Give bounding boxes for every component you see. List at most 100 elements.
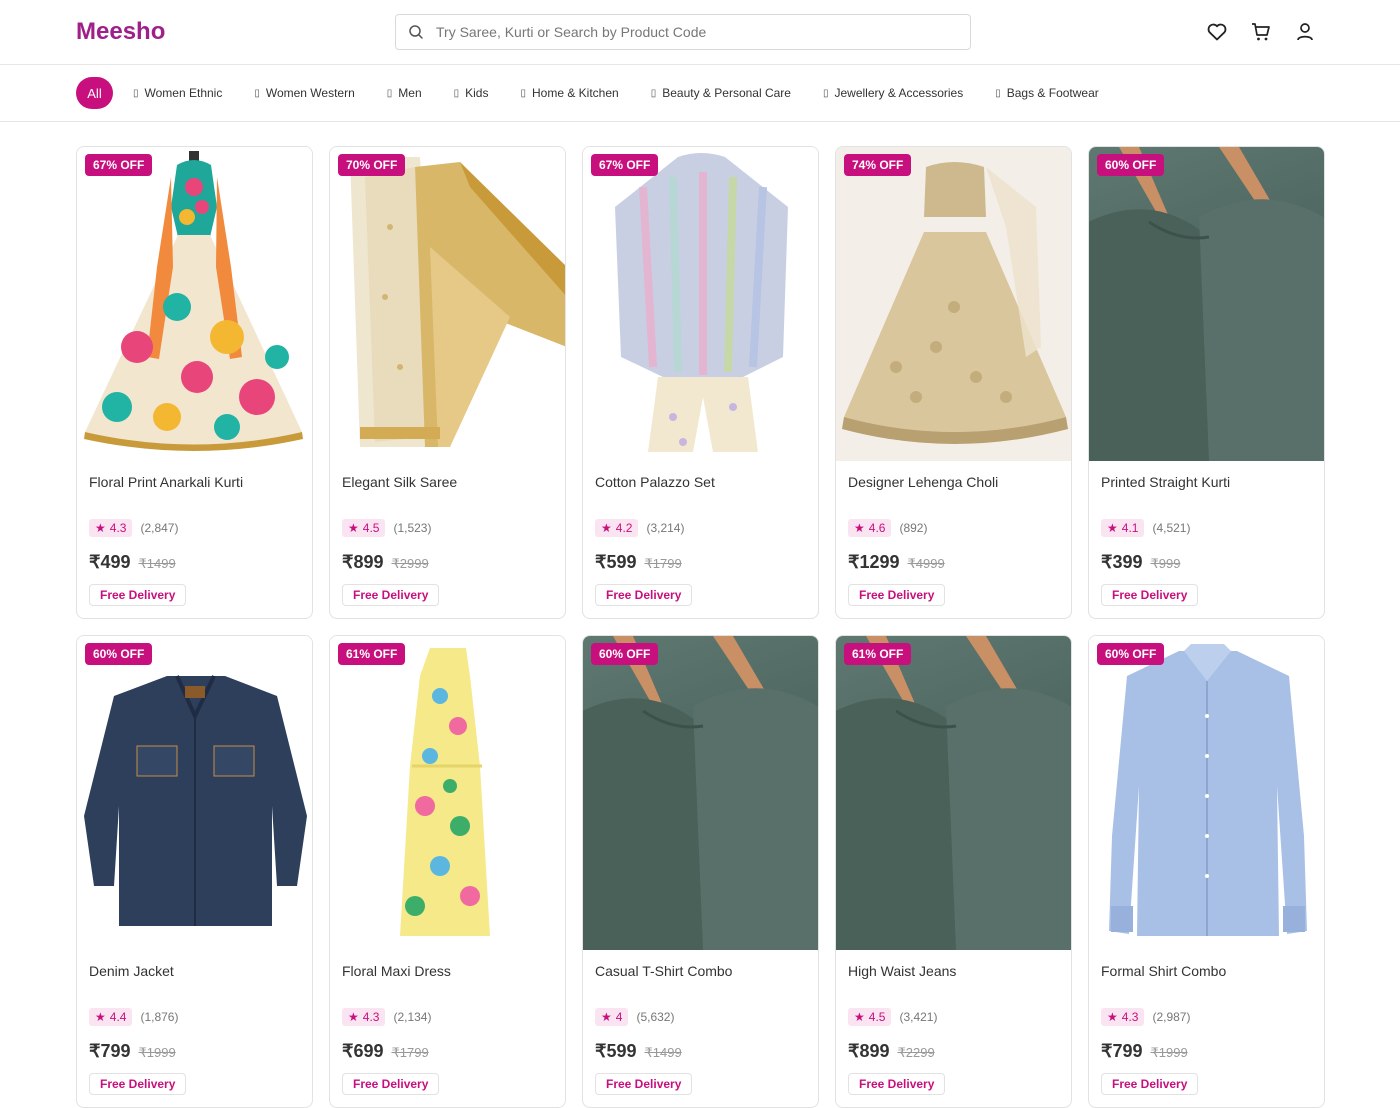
product-title[interactable]: Designer Lehenga Choli [848, 474, 998, 490]
product-image[interactable]: 60% OFF [1089, 636, 1324, 950]
rating-pill: ★ 4.2 [595, 519, 639, 537]
category-jewellery[interactable]: ▯ Jewellery & Accessories [823, 86, 963, 100]
top-header: Meesho [0, 0, 1400, 65]
product-card[interactable]: 61% OFF Floral Maxi Dress ★ 4.3 (2,134) ₹… [329, 635, 566, 1108]
category-icon: ▯ [453, 87, 460, 99]
review-count: (1,523) [393, 521, 432, 535]
product-title[interactable]: Denim Jacket [89, 963, 174, 979]
product-card[interactable]: 61% OFF High Waist Jeans ★ 4.5 (3,421) ₹8… [835, 635, 1072, 1108]
product-card[interactable]: 67% OFF Cotton Palazzo Set ★ 4.2 (3,214) … [582, 146, 819, 619]
search-icon [396, 15, 436, 49]
star-icon: ★ [95, 1010, 106, 1024]
current-price: ₹699 [342, 1041, 384, 1061]
rating-pill: ★ 4 [595, 1008, 629, 1026]
category-men[interactable]: ▯ Men [387, 86, 422, 100]
product-image[interactable]: 67% OFF [77, 147, 312, 461]
product-card[interactable]: 60% OFF Denim Jacket ★ 4.4 (1,876) ₹799 ₹… [76, 635, 313, 1108]
meesho-logo[interactable]: Meesho [76, 18, 165, 46]
current-price: ₹799 [1101, 1041, 1143, 1061]
original-price: ₹1999 [1150, 1045, 1188, 1060]
current-price: ₹899 [342, 552, 384, 572]
original-price: ₹1799 [391, 1045, 429, 1060]
price-row: ₹1299 ₹4999 [848, 552, 945, 573]
category-icon: ▯ [650, 87, 657, 99]
product-card[interactable]: 60% OFF Casual T-Shirt Combo ★ 4 (5,632) … [582, 635, 819, 1108]
category-home-kitchen[interactable]: ▯ Home & Kitchen [520, 86, 618, 100]
product-image[interactable]: 70% OFF [330, 147, 565, 461]
product-title[interactable]: Cotton Palazzo Set [595, 474, 715, 490]
product-image[interactable]: 74% OFF [836, 147, 1071, 461]
category-women-western[interactable]: ▯ Women Western [254, 86, 354, 100]
product-title[interactable]: Printed Straight Kurti [1101, 474, 1230, 490]
rating: ★ 4.5 (1,523) [342, 519, 431, 537]
rating: ★ 4.4 (1,876) [89, 1008, 178, 1026]
rating-pill: ★ 4.5 [848, 1008, 892, 1026]
product-title[interactable]: Floral Print Anarkali Kurti [89, 474, 243, 490]
category-beauty[interactable]: ▯ Beauty & Personal Care [651, 86, 791, 100]
rating: ★ 4.5 (3,421) [848, 1008, 937, 1026]
discount-badge: 67% OFF [85, 154, 153, 176]
product-image[interactable]: 60% OFF [77, 636, 312, 950]
price-row: ₹699 ₹1799 [342, 1041, 429, 1062]
free-delivery-tag: Free Delivery [342, 1073, 440, 1095]
product-image[interactable]: 61% OFF [836, 636, 1071, 950]
current-price: ₹1299 [848, 552, 900, 572]
category-bags-footwear[interactable]: ▯ Bags & Footwear [995, 86, 1099, 100]
product-grid: 67% OFF Floral Print Anarkali Kurti ★ 4.3… [76, 146, 1325, 1108]
product-title[interactable]: Casual T-Shirt Combo [595, 963, 732, 979]
search-box[interactable] [395, 14, 971, 50]
product-image[interactable]: 61% OFF [330, 636, 565, 950]
discount-badge: 61% OFF [338, 643, 406, 665]
product-card[interactable]: 60% OFF Formal Shirt Combo ★ 4.3 (2,987) … [1088, 635, 1325, 1108]
cart-icon[interactable] [1250, 20, 1272, 44]
discount-badge: 61% OFF [844, 643, 912, 665]
profile-icon[interactable] [1294, 20, 1316, 44]
discount-badge: 74% OFF [844, 154, 912, 176]
free-delivery-tag: Free Delivery [848, 584, 946, 606]
search-input[interactable] [436, 24, 970, 40]
rating: ★ 4 (5,632) [595, 1008, 674, 1026]
category-all[interactable]: All [76, 77, 113, 109]
rating: ★ 4.3 (2,847) [89, 519, 178, 537]
star-icon: ★ [1107, 1010, 1118, 1024]
product-title[interactable]: Formal Shirt Combo [1101, 963, 1226, 979]
current-price: ₹399 [1101, 552, 1143, 572]
star-icon: ★ [95, 521, 106, 535]
discount-badge: 70% OFF [338, 154, 406, 176]
discount-badge: 60% OFF [85, 643, 153, 665]
category-women-ethnic[interactable]: ▯ Women Ethnic [133, 86, 222, 100]
original-price: ₹1499 [138, 556, 176, 571]
star-icon: ★ [348, 521, 359, 535]
product-title[interactable]: Floral Maxi Dress [342, 963, 451, 979]
product-card[interactable]: 74% OFF Designer Lehenga Choli ★ 4.6 (892… [835, 146, 1072, 619]
product-card[interactable]: 60% OFF Printed Straight Kurti ★ 4.1 (4,5… [1088, 146, 1325, 619]
rating-pill: ★ 4.3 [1101, 1008, 1145, 1026]
product-image[interactable]: 67% OFF [583, 147, 818, 461]
original-price: ₹1799 [644, 556, 682, 571]
discount-badge: 60% OFF [1097, 643, 1165, 665]
star-icon: ★ [854, 1010, 865, 1024]
original-price: ₹4999 [907, 556, 945, 571]
free-delivery-tag: Free Delivery [89, 584, 187, 606]
product-card[interactable]: 67% OFF Floral Print Anarkali Kurti ★ 4.3… [76, 146, 313, 619]
current-price: ₹799 [89, 1041, 131, 1061]
rating: ★ 4.3 (2,134) [342, 1008, 431, 1026]
review-count: (3,421) [899, 1010, 938, 1024]
product-card[interactable]: 70% OFF Elegant Silk Saree ★ 4.5 (1,523) … [329, 146, 566, 619]
wishlist-icon[interactable] [1206, 20, 1228, 44]
free-delivery-tag: Free Delivery [848, 1073, 946, 1095]
price-row: ₹599 ₹1499 [595, 1041, 682, 1062]
product-image[interactable]: 60% OFF [1089, 147, 1324, 461]
price-row: ₹899 ₹2999 [342, 552, 429, 573]
price-row: ₹799 ₹1999 [89, 1041, 176, 1062]
product-title[interactable]: Elegant Silk Saree [342, 474, 457, 490]
category-kids[interactable]: ▯ Kids [454, 86, 489, 100]
product-title[interactable]: High Waist Jeans [848, 963, 956, 979]
review-count: (892) [899, 521, 928, 535]
category-icon: ▯ [254, 87, 260, 99]
star-icon: ★ [601, 521, 612, 535]
category-icon: ▯ [386, 87, 393, 99]
free-delivery-tag: Free Delivery [595, 1073, 693, 1095]
review-count: (2,847) [140, 521, 179, 535]
product-image[interactable]: 60% OFF [583, 636, 818, 950]
